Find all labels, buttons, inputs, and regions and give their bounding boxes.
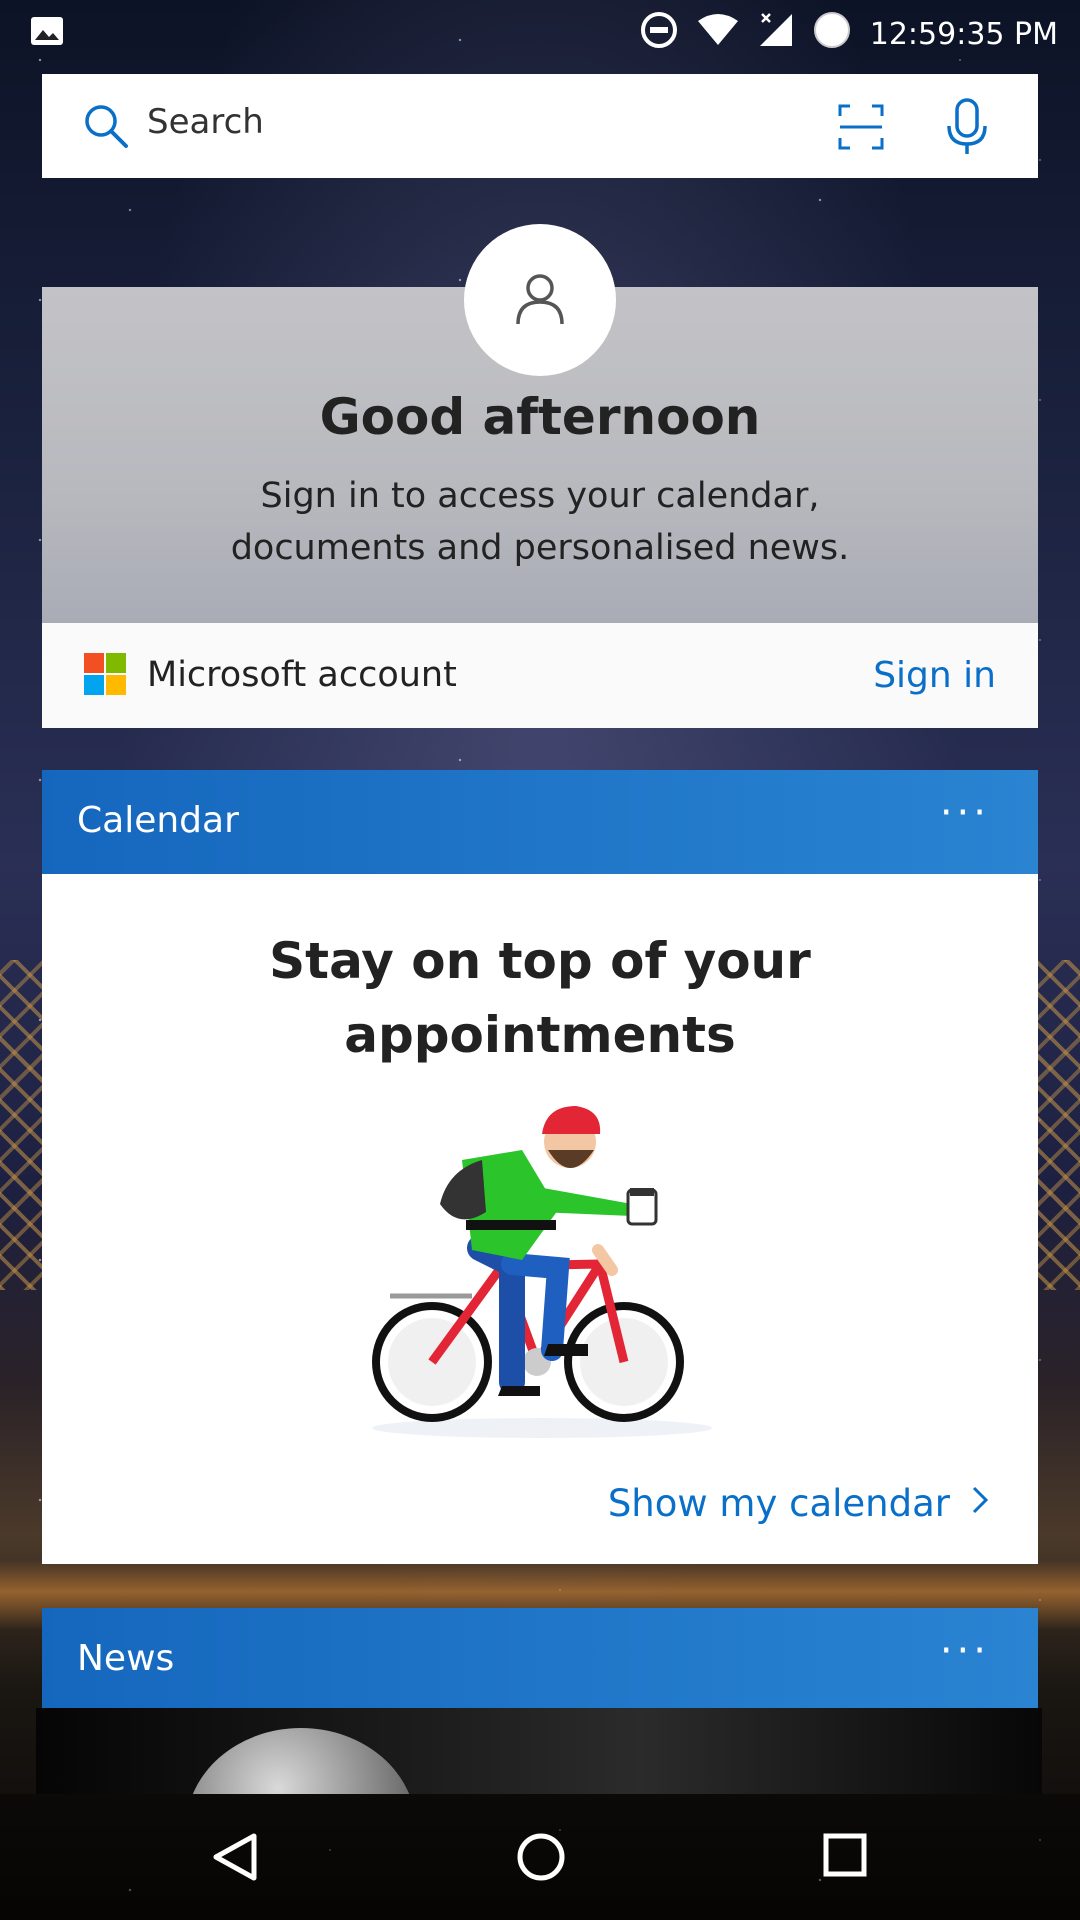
chevron-right-icon	[970, 1482, 990, 1525]
gallery-icon	[30, 16, 64, 54]
cyclist-illustration	[362, 1100, 722, 1444]
show-calendar-label: Show my calendar	[607, 1482, 950, 1525]
search-bar[interactable]: Search	[42, 74, 1038, 178]
calendar-title: Calendar	[77, 800, 239, 841]
calendar-headline-line2: appointments	[344, 1006, 736, 1064]
battery-icon	[812, 10, 852, 58]
search-input[interactable]: Search	[147, 102, 264, 142]
search-icon	[82, 102, 130, 154]
news-image-figure	[186, 1728, 416, 1794]
do-not-disturb-icon	[640, 11, 678, 57]
calendar-header: Calendar ···	[42, 770, 1038, 874]
greeting-subtitle: Sign in to access your calendar, documen…	[0, 470, 1080, 574]
recents-icon[interactable]	[822, 1832, 868, 1882]
back-icon[interactable]	[212, 1832, 258, 1886]
person-icon	[512, 270, 568, 330]
news-image[interactable]	[36, 1708, 1042, 1794]
navigation-bar	[0, 1794, 1080, 1920]
calendar-card-body: Stay on top of your appointments Show my…	[42, 874, 1038, 1564]
greeting-subtitle-line2: documents and personalised news.	[230, 528, 850, 568]
status-time: 12:59:35 PM	[869, 16, 1058, 52]
show-calendar-link[interactable]: Show my calendar	[608, 1482, 990, 1525]
microsoft-account-bar[interactable]: Microsoft account Sign in	[42, 623, 1038, 728]
scan-icon[interactable]	[838, 104, 884, 154]
greeting-title: Good afternoon	[319, 388, 761, 446]
microphone-icon[interactable]	[946, 98, 988, 160]
account-label: Microsoft account	[147, 655, 457, 695]
avatar[interactable]	[464, 224, 616, 376]
home-icon[interactable]	[516, 1832, 566, 1886]
status-bar: 12:59:35 PM	[0, 0, 1080, 62]
sign-in-button[interactable]: Sign in	[873, 655, 996, 696]
greeting-subtitle-line1: Sign in to access your calendar,	[260, 476, 820, 516]
calendar-more-button[interactable]: ···	[940, 790, 990, 836]
news-more-button[interactable]: ···	[940, 1628, 990, 1674]
calendar-headline: Stay on top of your appointments	[42, 924, 1038, 1072]
wifi-icon	[696, 13, 740, 55]
news-header: News ···	[42, 1608, 1038, 1708]
microsoft-logo-icon	[84, 653, 126, 695]
calendar-headline-line1: Stay on top of your	[269, 932, 811, 990]
news-title: News	[77, 1638, 175, 1679]
signal-icon	[758, 12, 794, 56]
